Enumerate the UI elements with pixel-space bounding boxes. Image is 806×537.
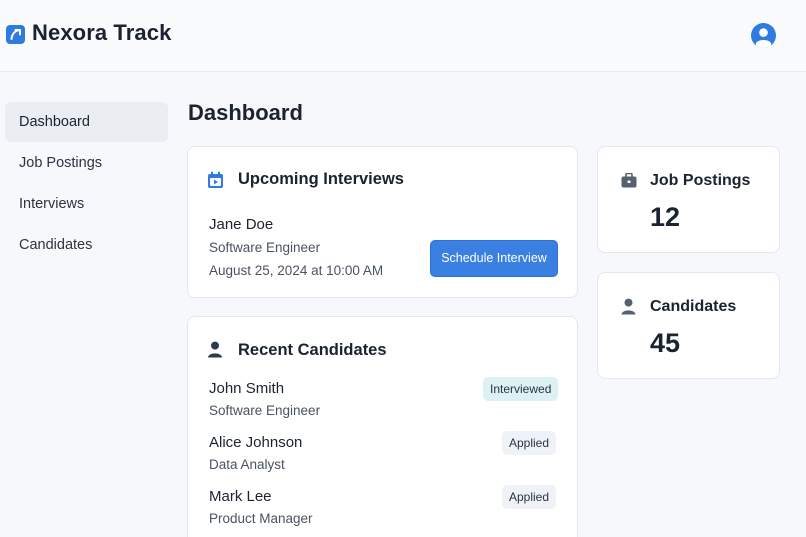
person-icon (207, 341, 223, 363)
sidebar-item-candidates[interactable]: Candidates (5, 225, 168, 265)
candidate-name[interactable]: Mark Lee (209, 488, 272, 505)
sidebar-item-job-postings[interactable]: Job Postings (5, 143, 168, 183)
top-bar: Nexora Track (0, 0, 806, 72)
calendar-icon (207, 171, 224, 194)
interview-datetime: August 25, 2024 at 10:00 AM (209, 263, 384, 278)
status-badge: Applied (502, 485, 557, 509)
candidates-stat-card[interactable]: Candidates 45 (597, 272, 780, 379)
recent-candidates-card: Recent Candidates John Smith Software En… (187, 316, 578, 537)
interview-candidate-role: Software Engineer (209, 240, 321, 255)
upcoming-interviews-title: Upcoming Interviews (238, 170, 404, 188)
candidates-label: Candidates (650, 298, 737, 315)
user-avatar-icon[interactable] (751, 23, 776, 48)
recent-candidates-title: Recent Candidates (238, 341, 387, 359)
sidebar: Dashboard Job Postings Interviews Candid… (5, 102, 168, 266)
job-postings-label: Job Postings (650, 172, 751, 189)
candidates-count: 45 (650, 328, 681, 358)
interview-candidate-name: Jane Doe (209, 216, 274, 233)
job-postings-count: 12 (650, 202, 681, 232)
candidate-name[interactable]: John Smith (209, 380, 284, 397)
briefcase-icon (621, 172, 637, 193)
upcoming-interviews-card: Upcoming Interviews Jane Doe Software En… (187, 146, 578, 298)
status-badge: Interviewed (483, 377, 559, 401)
logo-icon[interactable] (6, 25, 25, 44)
page-title: Dashboard (188, 100, 303, 125)
sidebar-item-dashboard[interactable]: Dashboard (5, 102, 168, 142)
sidebar-item-interviews[interactable]: Interviews (5, 184, 168, 224)
candidate-role: Product Manager (209, 511, 313, 526)
app-title: Nexora Track (32, 20, 172, 45)
job-postings-stat-card[interactable]: Job Postings 12 (597, 146, 780, 253)
status-badge: Applied (502, 431, 557, 455)
schedule-interview-button[interactable]: Schedule Interview (430, 240, 558, 277)
candidate-role: Data Analyst (209, 457, 285, 472)
candidate-role: Software Engineer (209, 403, 321, 418)
person-icon (621, 298, 636, 320)
candidate-name[interactable]: Alice Johnson (209, 434, 302, 451)
